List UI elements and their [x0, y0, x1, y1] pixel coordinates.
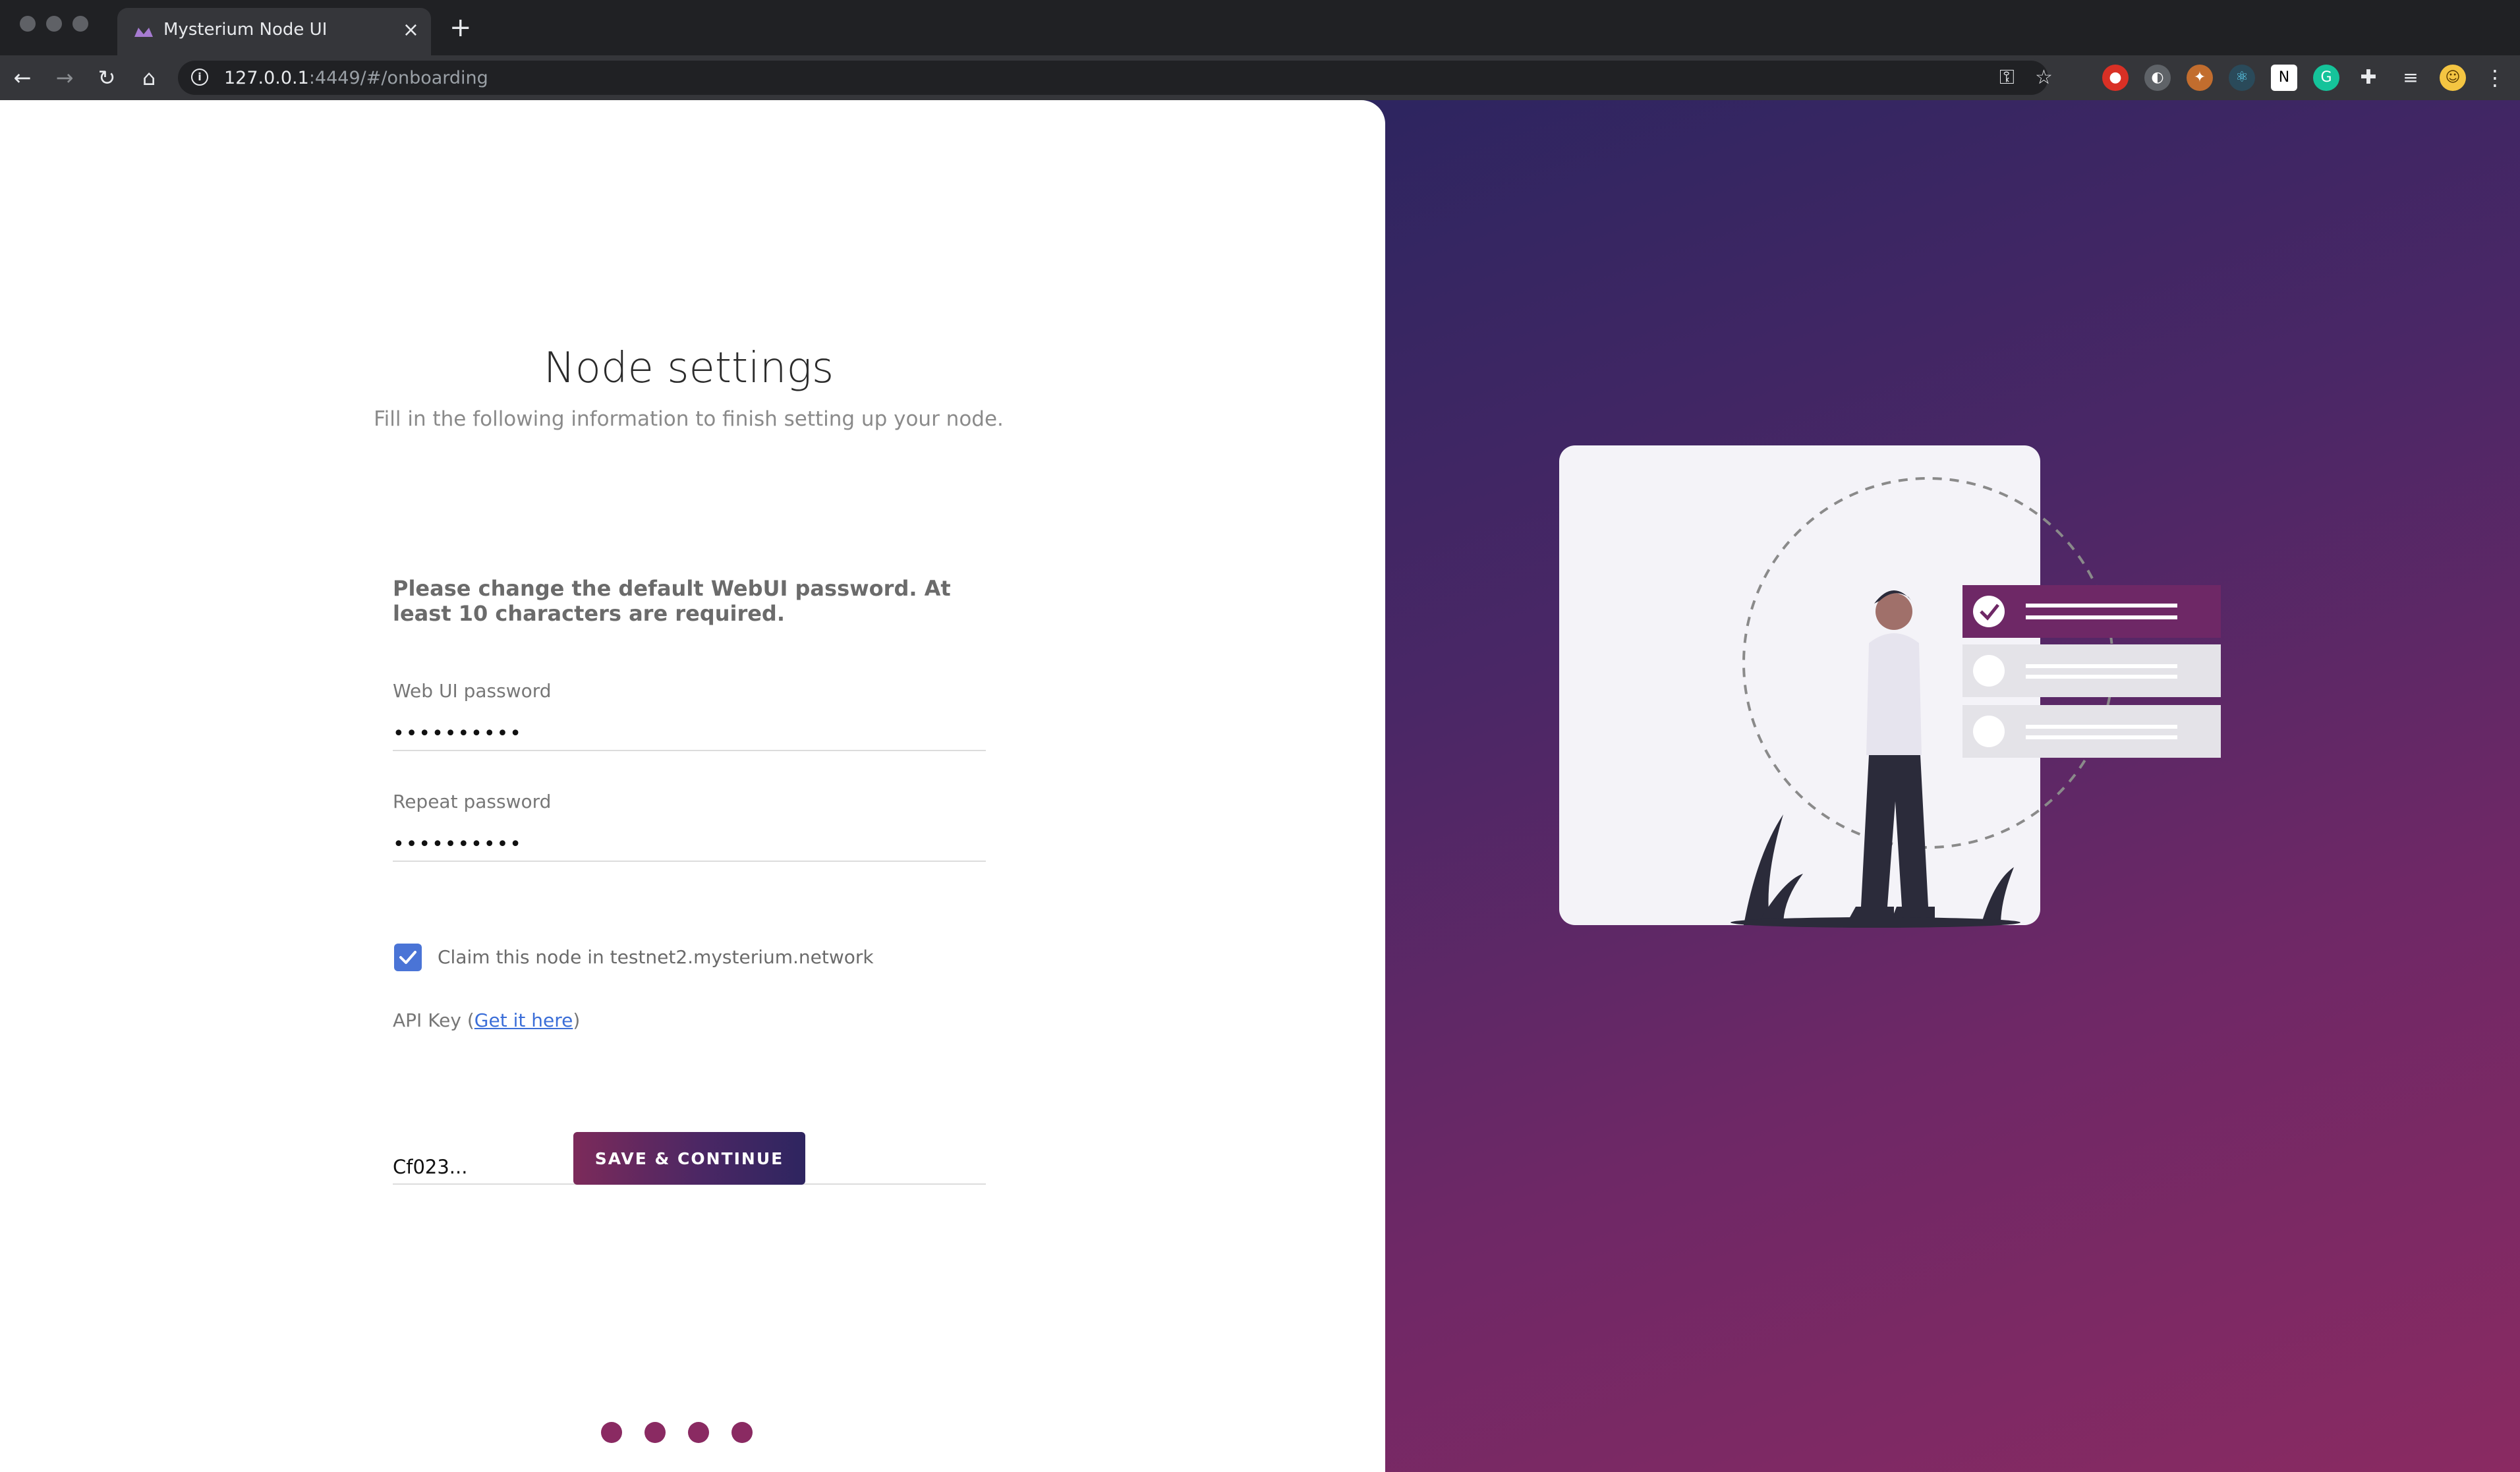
window-zoom-control[interactable]	[72, 16, 88, 32]
page-subtitle: Fill in the following information to fin…	[374, 407, 1004, 431]
site-info-icon[interactable]: i	[191, 69, 208, 86]
step-indicator-1	[601, 1422, 622, 1443]
onboarding-illustration	[1559, 445, 2221, 928]
browser-titlebar: Mysterium Node UI × +	[0, 0, 2520, 55]
step-indicator-2	[644, 1422, 666, 1443]
reload-icon[interactable]: ↻	[94, 65, 120, 91]
password-label: Web UI password	[393, 680, 552, 702]
grammarly-icon[interactable]: G	[2313, 65, 2339, 91]
address-url: 127.0.0.1:4449/#/onboarding	[224, 68, 488, 88]
home-icon[interactable]: ⌂	[136, 65, 162, 91]
react-devtools-icon[interactable]: ⚛	[2229, 65, 2255, 91]
api-key-label-prefix: API Key (	[393, 1009, 474, 1031]
url-host: 127.0.0.1	[224, 68, 309, 88]
claim-node-label[interactable]: Claim this node in testnet2.mysterium.ne…	[438, 946, 874, 968]
claim-node-checkbox[interactable]	[394, 944, 422, 971]
notion-icon[interactable]: N	[2271, 65, 2297, 91]
repeat-password-label: Repeat password	[393, 791, 552, 812]
save-continue-button[interactable]: SAVE & CONTINUE	[573, 1132, 805, 1185]
checkmark-icon	[399, 951, 416, 964]
url-path: :4449/#/onboarding	[308, 68, 488, 88]
illustration-panel	[1358, 100, 2520, 1472]
tab-title: Mysterium Node UI	[163, 20, 328, 40]
repeat-password-field[interactable]	[393, 828, 986, 862]
key-icon[interactable]: ⚿	[1999, 66, 2015, 90]
api-key-label-suffix: )	[573, 1009, 581, 1031]
reading-list-icon[interactable]: ≡	[2397, 65, 2424, 91]
password-field[interactable]	[393, 717, 986, 751]
step-indicator-3	[688, 1422, 709, 1443]
extension-circle-icon[interactable]: ◐	[2144, 65, 2171, 91]
api-key-label: API Key (Get it here)	[393, 1009, 580, 1031]
get-api-key-link[interactable]: Get it here	[474, 1009, 573, 1031]
window-minimize-control[interactable]	[46, 16, 62, 32]
new-tab-icon[interactable]: +	[449, 12, 472, 43]
onboarding-form-panel: Node settings Fill in the following info…	[0, 100, 1385, 1472]
window-close-control[interactable]	[20, 16, 36, 32]
back-icon[interactable]: ←	[9, 65, 36, 91]
extension-red-icon[interactable]: ●	[2102, 65, 2129, 91]
tab-close-icon[interactable]: ×	[403, 17, 419, 43]
bookmark-star-icon[interactable]: ☆	[2035, 66, 2053, 90]
step-indicator-4	[731, 1422, 753, 1443]
mysterium-logo-icon	[134, 28, 153, 37]
forward-icon[interactable]: →	[51, 65, 78, 91]
profile-avatar-icon[interactable]: ☺	[2440, 65, 2466, 91]
page-title: Node settings	[543, 344, 834, 393]
browser-menu-icon[interactable]: ⋮	[2482, 65, 2508, 91]
password-notice: Please change the default WebUI password…	[393, 576, 951, 626]
address-bar[interactable]: i 127.0.0.1:4449/#/onboarding ⚿ ☆	[178, 61, 2053, 95]
extension-orange-icon[interactable]: ✦	[2187, 65, 2213, 91]
browser-toolbar: ← → ↻ ⌂ i 127.0.0.1:4449/#/onboarding ⚿ …	[0, 55, 2520, 100]
page-content: Node settings Fill in the following info…	[0, 100, 2520, 1472]
browser-tab[interactable]: Mysterium Node UI ×	[117, 8, 431, 55]
extensions-puzzle-icon[interactable]: ✚	[2355, 65, 2382, 91]
